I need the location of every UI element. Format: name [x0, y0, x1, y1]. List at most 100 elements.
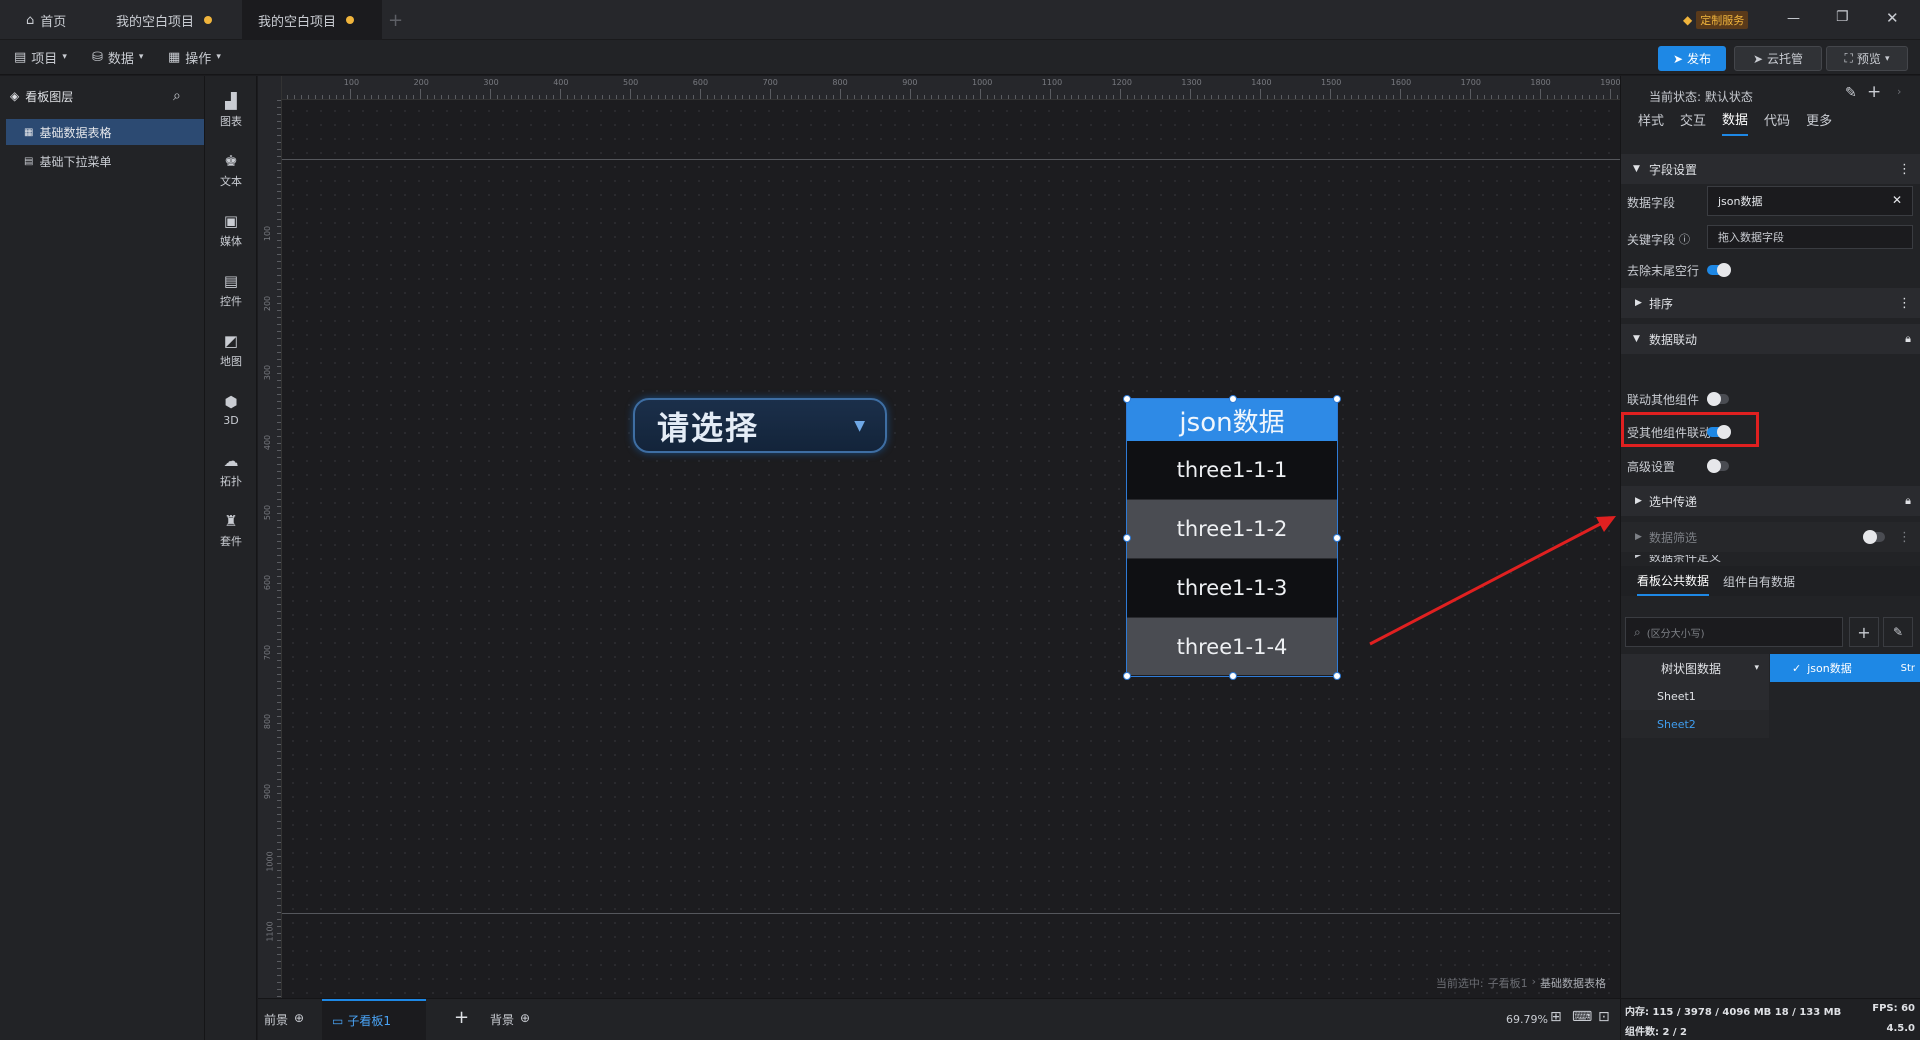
more-vertical-icon[interactable]: ⋮ [1898, 530, 1911, 545]
ruler-tick [1274, 95, 1275, 99]
data-item-json[interactable]: ✓ json数据 Str [1770, 654, 1920, 682]
add-circle-icon[interactable]: ⊕ [294, 1011, 304, 1028]
tab-home[interactable]: ⌂ 首页 [10, 0, 82, 40]
advanced-settings-toggle[interactable] [1707, 459, 1729, 473]
chevron-right-icon[interactable]: › [1897, 85, 1901, 98]
resize-handle[interactable] [1333, 395, 1341, 403]
layer-item-dropdown[interactable]: ▤ 基础下拉菜单 [6, 148, 204, 174]
search-icon[interactable]: ⌕ [173, 88, 181, 104]
iconbar-chart[interactable]: ▟ 图表 [205, 82, 257, 138]
iconbar-map[interactable]: ◩ 地图 [205, 322, 257, 378]
table-row[interactable]: three1-1-4 [1127, 618, 1337, 675]
section-data-filter[interactable]: ▶ 数据筛选 ⋮ [1621, 522, 1920, 552]
data-table-component[interactable]: json数据 three1-1-1 three1-1-2 three1-1-3 … [1123, 395, 1341, 680]
iconbar-suite[interactable]: ♜ 套件 [205, 502, 257, 558]
dropdown-component[interactable]: 请选择 ▼ [633, 398, 887, 453]
minimize-icon[interactable]: — [1787, 11, 1800, 26]
section-field-settings[interactable]: ▼ 字段设置 ⋮ [1621, 154, 1920, 184]
resize-handle[interactable] [1333, 672, 1341, 680]
more-vertical-icon[interactable]: ⋮ [1898, 162, 1911, 177]
add-data-button[interactable]: + [1849, 617, 1879, 647]
data-field-input[interactable]: json数据 ✕ [1707, 186, 1913, 216]
linked-by-other-toggle[interactable] [1707, 425, 1731, 439]
tab-code[interactable]: 代码 [1764, 110, 1790, 129]
ruler-tick [277, 646, 281, 647]
edit-icon[interactable]: ✎ [1845, 85, 1857, 101]
iconbar-control[interactable]: ▤ 控件 [205, 262, 257, 318]
zoom-level[interactable]: 69.79% [1506, 1013, 1548, 1026]
tab-board-public-data[interactable]: 看板公共数据 [1637, 567, 1710, 596]
tab-label: 我的空白项目 [258, 14, 337, 30]
iconbar-topology[interactable]: ☁ 拓扑 [205, 442, 257, 498]
lock-icon[interactable]: 🔒︎ [1905, 332, 1911, 346]
iconbar-media[interactable]: ▣ 媒体 [205, 202, 257, 258]
section-sort[interactable]: ▶ 排序 ⋮ [1621, 288, 1920, 318]
fit-screen-icon[interactable]: ⊞ [1550, 1009, 1562, 1025]
tab-style[interactable]: 样式 [1638, 110, 1664, 129]
link-other-toggle[interactable] [1707, 392, 1729, 406]
tab-data[interactable]: 数据 [1722, 103, 1749, 136]
terminal-icon[interactable]: ⊡ [1598, 1009, 1610, 1025]
ruler-tick [277, 331, 281, 332]
section-data-linkage[interactable]: ▼ 数据联动 🔒︎ [1621, 324, 1920, 354]
resize-handle[interactable] [1333, 534, 1341, 542]
section-data-condition[interactable]: ▶ 数据条件定义 [1621, 555, 1920, 565]
iconbar-3d[interactable]: ⬢ 3D [205, 382, 257, 438]
ruler-tick [616, 95, 617, 99]
lock-icon[interactable]: 🔒︎ [1905, 494, 1911, 508]
design-canvas[interactable]: 请选择 ▼ json数据 three1-1-1 three1-1-2 three… [258, 76, 1620, 998]
ruler-tick [277, 933, 281, 934]
tree-group[interactable]: 树状图数据 ▾ [1621, 654, 1769, 682]
resize-handle[interactable] [1123, 672, 1131, 680]
help-icon[interactable]: ⓘ [1679, 231, 1690, 248]
ruler-tick [329, 95, 330, 99]
resize-handle[interactable] [1229, 672, 1237, 680]
tab-component-own-data[interactable]: 组件自有数据 [1723, 573, 1795, 590]
tab-more[interactable]: 更多 [1806, 110, 1832, 129]
custom-service-button[interactable]: ◆ 定制服务 [1683, 10, 1763, 30]
add-board-icon[interactable]: + [454, 1007, 469, 1028]
restore-icon[interactable]: ❐ [1836, 9, 1849, 25]
resize-handle[interactable] [1123, 534, 1131, 542]
ruler-tick [1162, 95, 1163, 99]
table-row[interactable]: three1-1-3 [1127, 559, 1337, 618]
board-tab[interactable]: ▭ 子看板1 [322, 999, 426, 1040]
data-search-input[interactable]: ⌕ (区分大小写) [1625, 617, 1843, 647]
ruler-tick [277, 730, 281, 731]
background-layer-tab[interactable]: 背景 ⊕ [490, 1011, 530, 1028]
menu-project[interactable]: ▤ 项目 ▾ [14, 40, 67, 74]
table-row[interactable]: three1-1-1 [1127, 441, 1337, 500]
ruler-tick [277, 345, 281, 346]
add-circle-icon[interactable]: ⊕ [520, 1011, 530, 1028]
close-icon[interactable]: ✕ [1886, 9, 1899, 27]
ruler-tick [1561, 95, 1562, 99]
tree-item-sheet2[interactable]: Sheet2 [1621, 710, 1769, 738]
cloud-button[interactable]: ➤ 云托管 [1734, 46, 1822, 71]
resize-handle[interactable] [1123, 395, 1131, 403]
table-row[interactable]: three1-1-2 [1127, 500, 1337, 559]
resize-handle[interactable] [1229, 395, 1237, 403]
layer-item-table[interactable]: ▦ 基础数据表格 [6, 119, 204, 145]
front-layer-tab[interactable]: 前景 ⊕ [264, 1011, 304, 1028]
ruler-tick [277, 513, 281, 514]
edit-data-button[interactable]: ✎ [1883, 617, 1913, 647]
section-select-pass[interactable]: ▶ 选中传递 🔒︎ [1621, 486, 1920, 516]
tab-project-1[interactable]: 我的空白项目 [100, 0, 228, 40]
trim-empty-rows-toggle[interactable] [1707, 263, 1731, 277]
menu-operate[interactable]: ▦ 操作 ▾ [168, 40, 221, 74]
data-filter-toggle[interactable] [1863, 530, 1885, 544]
more-vertical-icon[interactable]: ⋮ [1898, 296, 1911, 311]
add-icon[interactable]: + [1867, 82, 1881, 102]
key-field-input[interactable]: 拖入数据字段 [1707, 225, 1913, 249]
menu-data[interactable]: ⛁ 数据 ▾ [92, 40, 143, 74]
publish-button[interactable]: ➤ 发布 [1658, 46, 1726, 71]
new-tab-icon[interactable]: + [388, 10, 403, 31]
preview-button[interactable]: ⛶ 预览 ▾ [1826, 46, 1908, 71]
keyboard-icon[interactable]: ⌨ [1572, 1009, 1592, 1025]
clear-icon[interactable]: ✕ [1892, 193, 1902, 207]
tab-interaction[interactable]: 交互 [1680, 110, 1706, 129]
tab-project-2[interactable]: 我的空白项目 [242, 0, 382, 40]
map-icon: ◩ [223, 331, 239, 350]
iconbar-text[interactable]: ♚ 文本 [205, 142, 257, 198]
tree-item-sheet1[interactable]: Sheet1 [1621, 682, 1769, 710]
